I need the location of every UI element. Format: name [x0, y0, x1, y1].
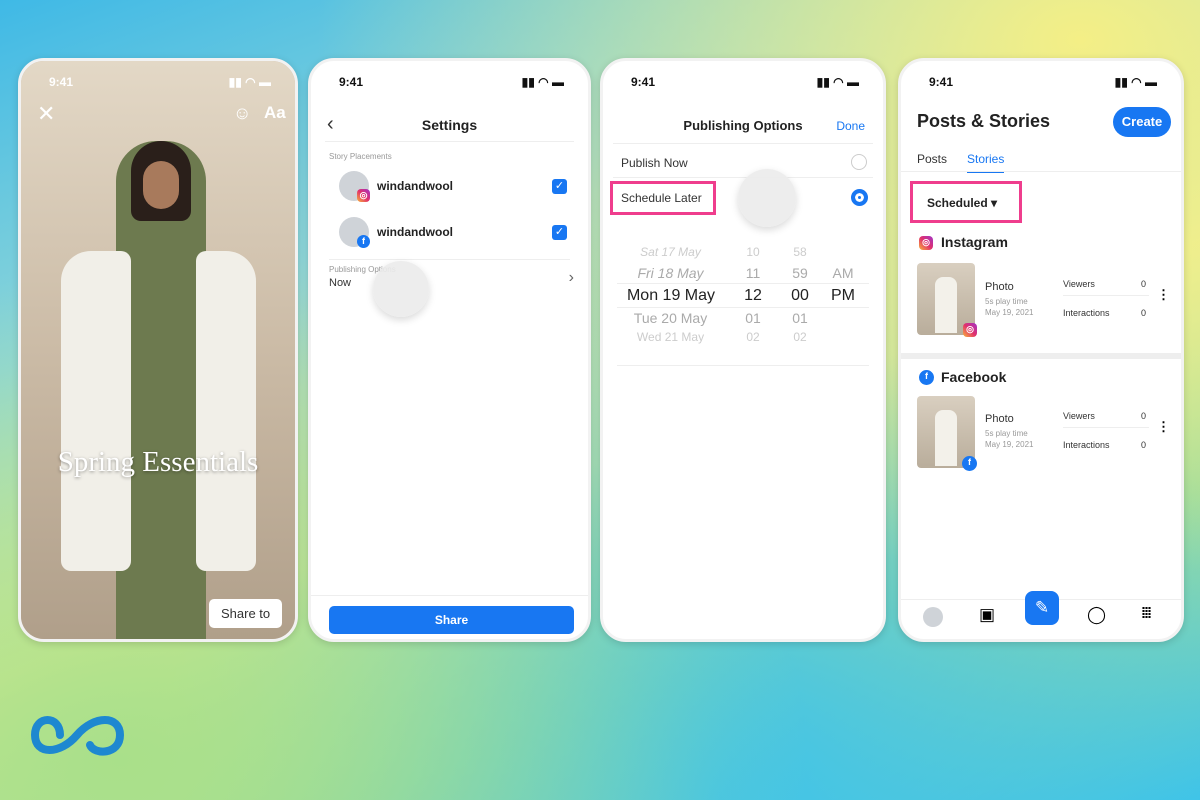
caret-down-icon: ▾ [991, 196, 998, 210]
interactions-label: Interactions [1063, 440, 1110, 450]
picker-value: 12 [744, 287, 762, 304]
status-icons: ▮▮ ◠ ▬ [521, 75, 564, 89]
done-button[interactable]: Done [836, 119, 865, 133]
status-time: 9:41 [631, 75, 656, 89]
nav-messages-icon[interactable]: ◯ [1087, 605, 1106, 625]
picker-value: 58 [793, 245, 807, 259]
viewers-count: 0 [1141, 411, 1147, 421]
chevron-right-icon: › [568, 269, 574, 286]
interactions-count: 0 [1141, 440, 1147, 450]
instagram-section: ◎ Instagram ◎ Photo 5s play time May 19,… [901, 231, 1181, 353]
checkbox[interactable]: ✓ [552, 225, 567, 240]
story-date: May 19, 2021 [985, 308, 1034, 317]
sticker-icon[interactable]: ☺ [233, 103, 251, 124]
publish-now-option[interactable]: Publish Now [621, 156, 688, 170]
account-row[interactable]: f windandwool ✓ [339, 217, 579, 248]
facebook-section: f Facebook f Photo 5s play time May 19, … [901, 366, 1181, 488]
publishing-value: Now [329, 277, 352, 289]
picker-value: 10 [746, 245, 760, 259]
checkbox[interactable]: ✓ [552, 179, 567, 194]
picker-value: 00 [791, 287, 809, 304]
brand-logo [30, 705, 125, 765]
selected-day: Mon 19 May [626, 287, 716, 304]
interactions-count: 0 [1141, 308, 1147, 318]
page-title: Settings [421, 117, 478, 133]
picker-value: 59 [792, 265, 808, 281]
story-editor-screen: 9:41 ▮▮ ◠ ▬ ✕ ☺ Aa Spring Essentials Shar… [18, 58, 298, 642]
filter-dropdown[interactable]: Scheduled ▾ [927, 196, 997, 210]
settings-screen: 9:41 ▮▮ ◠ ▬ ‹ Settings Story Placements ◎… [308, 58, 591, 642]
filter-label: Scheduled [927, 196, 988, 210]
viewers-label: Viewers [1063, 279, 1095, 289]
account-name: windandwool [377, 225, 453, 239]
status-time: 9:41 [49, 75, 74, 89]
picker-value: Tue 20 May [633, 310, 708, 326]
account-row[interactable]: ◎ windandwool ✓ [339, 171, 579, 202]
publishing-options-row[interactable]: Publishing Options Now › [329, 265, 574, 299]
interactions-label: Interactions [1063, 308, 1110, 318]
picker-value: Fri 18 May [637, 265, 704, 281]
picker-value: Sat 17 May [640, 245, 701, 259]
status-time: 9:41 [339, 75, 364, 89]
more-options-icon[interactable]: ⋮ [1157, 287, 1170, 303]
story-duration: 5s play time [985, 429, 1028, 438]
picker-value: 11 [745, 265, 761, 281]
status-time: 9:41 [929, 75, 954, 89]
facebook-icon: f [919, 370, 934, 385]
publishing-label: Publishing Options [329, 265, 396, 274]
status-icons: ▮▮ ◠ ▬ [816, 75, 859, 89]
page-title: Posts & Stories [917, 111, 1051, 131]
viewers-label: Viewers [1063, 411, 1095, 421]
share-to-button[interactable]: Share to [209, 599, 283, 628]
story-date: May 19, 2021 [985, 440, 1034, 449]
compose-button[interactable]: ✎ [1025, 591, 1059, 625]
touch-indicator [738, 169, 796, 227]
section-title: Facebook [941, 369, 1007, 385]
picker-value: Wed 21 May [636, 330, 705, 344]
close-icon[interactable]: ✕ [37, 101, 55, 127]
posts-stories-screen: 9:41 ▮▮ ◠ ▬ Posts & Stories Create Posts … [898, 58, 1184, 642]
nav-menu-grid-icon[interactable]: ⁞⁞⁞ [1141, 605, 1152, 622]
schedule-later-option[interactable]: Schedule Later [621, 191, 702, 205]
picker-value: 01 [745, 310, 761, 326]
publishing-options-screen: 9:41 ▮▮ ◠ ▬ Publishing Options Done Publi… [600, 58, 886, 642]
picker-value: PM [831, 287, 855, 304]
publish-now-radio[interactable] [851, 154, 867, 170]
status-icons: ▮▮ ◠ ▬ [1114, 75, 1157, 89]
tab-stories[interactable]: Stories [967, 152, 1005, 173]
touch-indicator [373, 261, 429, 317]
share-button[interactable]: Share [329, 606, 574, 634]
section-label: Story Placements [329, 152, 392, 161]
nav-profile-avatar[interactable] [923, 607, 943, 627]
text-tool-button[interactable]: Aa [264, 103, 286, 123]
create-button[interactable]: Create [1113, 107, 1171, 137]
more-options-icon[interactable]: ⋮ [1157, 419, 1170, 435]
instagram-icon: ◎ [919, 236, 933, 250]
account-name: windandwool [377, 179, 453, 193]
story-text: Spring Essentials [57, 446, 259, 478]
section-title: Instagram [941, 234, 1008, 250]
story-duration: 5s play time [985, 297, 1028, 306]
story-type: Photo [985, 413, 1014, 425]
viewers-count: 0 [1141, 279, 1147, 289]
picker-value: 02 [746, 330, 760, 344]
picker-value: AM [832, 265, 854, 281]
status-icons: ▮▮ ◠ ▬ [228, 75, 271, 89]
schedule-later-radio[interactable] [851, 189, 868, 206]
story-type: Photo [985, 281, 1014, 293]
nav-content-icon[interactable]: ▣ [979, 605, 995, 625]
picker-value: 01 [792, 310, 808, 326]
tab-posts[interactable]: Posts [917, 152, 947, 166]
picker-value: 02 [793, 330, 807, 344]
